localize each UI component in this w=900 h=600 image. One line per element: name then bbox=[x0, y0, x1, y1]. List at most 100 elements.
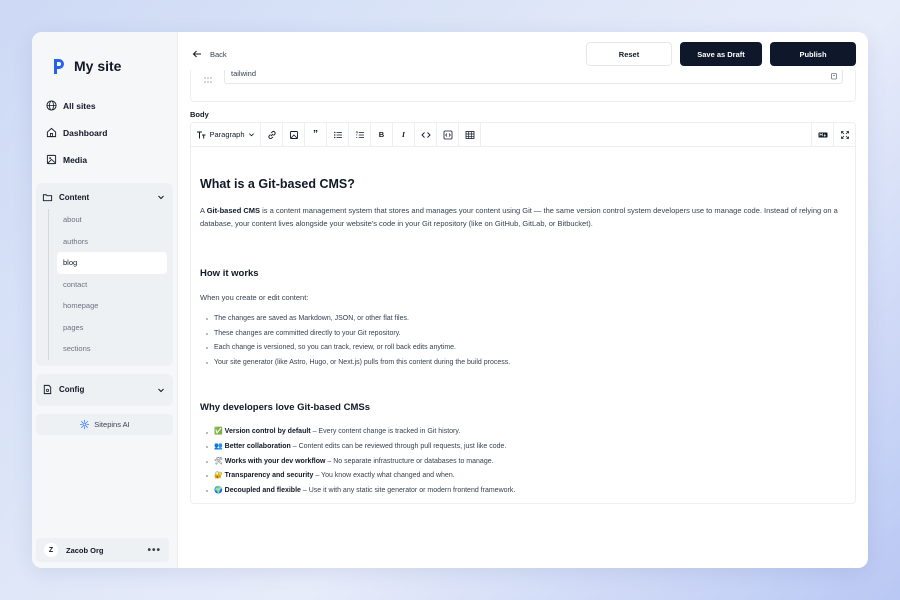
nav-dashboard[interactable]: Dashboard bbox=[36, 119, 173, 146]
item-bold: Decoupled and flexible bbox=[224, 486, 301, 494]
collection-item[interactable]: homepage bbox=[57, 295, 167, 317]
collection-item[interactable]: contact bbox=[57, 274, 167, 296]
content-collections: about authors blog contact homepage page… bbox=[48, 209, 173, 360]
code-icon bbox=[420, 131, 431, 138]
ordered-list-icon bbox=[355, 130, 364, 138]
why-list: ✅ Version control by default – Every con… bbox=[200, 425, 846, 498]
org-name: Zacob Org bbox=[66, 545, 104, 555]
image-icon bbox=[46, 154, 57, 165]
item-bold: Better collaboration bbox=[224, 442, 291, 450]
link-button[interactable] bbox=[261, 123, 283, 146]
list-item-text: These changes are committed directly to … bbox=[214, 329, 401, 337]
emoji-icon: ✅ bbox=[214, 428, 223, 436]
tag-input[interactable]: tailwind bbox=[224, 70, 843, 84]
list-item: ✅ Version control by default – Every con… bbox=[206, 425, 846, 440]
markdown-icon bbox=[818, 132, 827, 137]
bullet-list-icon bbox=[333, 131, 342, 138]
content-group-label: Content bbox=[59, 192, 90, 202]
collection-item-active[interactable]: blog bbox=[57, 252, 167, 274]
intro-rest: is a content management system that stor… bbox=[200, 206, 838, 228]
how-list: The changes are saved as Markdown, JSON,… bbox=[200, 312, 846, 370]
config-file-icon bbox=[43, 384, 52, 395]
delete-icon[interactable] bbox=[830, 72, 838, 80]
list-item: Each change is versioned, so you can tra… bbox=[206, 341, 846, 356]
chevron-down-icon bbox=[248, 133, 254, 137]
italic-icon: I bbox=[402, 130, 405, 139]
config-label: Config bbox=[59, 385, 85, 394]
back-button[interactable]: Back bbox=[190, 49, 227, 59]
bold-button[interactable]: B bbox=[371, 123, 393, 146]
logo-icon bbox=[54, 59, 64, 74]
markdown-toggle-button[interactable] bbox=[811, 123, 833, 146]
ai-label: Sitepins AI bbox=[94, 419, 130, 429]
folder-icon bbox=[42, 193, 53, 201]
globe-icon bbox=[46, 100, 57, 111]
item-rest: – No separate infrastructure or database… bbox=[325, 457, 494, 465]
drag-handle-icon[interactable] bbox=[203, 76, 213, 84]
image-icon bbox=[289, 130, 298, 139]
sparkle-icon bbox=[80, 419, 90, 429]
collection-item[interactable]: authors bbox=[57, 231, 167, 253]
blockquote-button[interactable]: ” bbox=[305, 123, 327, 146]
tags-field: tailwind bbox=[190, 70, 856, 102]
table-button[interactable] bbox=[459, 123, 481, 146]
config-group: Config bbox=[36, 373, 173, 406]
config-group-toggle[interactable]: Config bbox=[36, 380, 173, 400]
how-intro: When you create or edit content: bbox=[200, 293, 309, 302]
expand-icon bbox=[840, 130, 849, 139]
collection-item[interactable]: sections bbox=[57, 338, 167, 360]
org-switcher[interactable]: Z Zacob Org ••• bbox=[36, 538, 169, 562]
rich-text-editor[interactable]: Paragraph ” B I What is a Git-based CMS?… bbox=[190, 122, 856, 504]
fullscreen-button[interactable] bbox=[833, 123, 855, 146]
brand[interactable]: My site bbox=[36, 32, 173, 80]
bold-icon: B bbox=[378, 130, 385, 139]
item-rest: – Content edits can be reviewed through … bbox=[290, 442, 507, 450]
list-item: 👥 Better collaboration – Content edits c… bbox=[206, 440, 846, 455]
paragraph-label: Paragraph bbox=[209, 130, 245, 139]
more-icon[interactable]: ••• bbox=[147, 545, 161, 556]
emoji-icon: 🔐 bbox=[214, 472, 223, 480]
item-bold: Works with your dev workflow bbox=[224, 457, 326, 465]
table-icon bbox=[465, 130, 474, 139]
save-draft-button[interactable]: Save as Draft bbox=[680, 42, 762, 66]
sitepins-ai-button[interactable]: Sitepins AI bbox=[36, 413, 173, 435]
image-button[interactable] bbox=[283, 123, 305, 146]
inline-code-button[interactable] bbox=[415, 123, 437, 146]
home-icon bbox=[46, 127, 57, 138]
collection-item[interactable]: about bbox=[57, 209, 167, 231]
list-item: 🛠 Works with your dev workflow – No sepa… bbox=[206, 455, 846, 470]
toolbar-right bbox=[811, 123, 855, 146]
list-item: Your site generator (like Astro, Hugo, o… bbox=[206, 356, 846, 371]
intro-pre: A bbox=[200, 206, 207, 215]
intro-paragraph: A Git-based CMS is a content management … bbox=[200, 204, 846, 230]
code-block-button[interactable] bbox=[437, 123, 459, 146]
content-group-toggle[interactable]: Content bbox=[36, 187, 173, 207]
list-item: These changes are committed directly to … bbox=[206, 327, 846, 342]
bullet-list-button[interactable] bbox=[327, 123, 349, 146]
app-window: My site All sites Dashboard Media Conten… bbox=[32, 32, 868, 568]
heading-how-it-works: How it works bbox=[200, 268, 259, 279]
list-item-text: Each change is versioned, so you can tra… bbox=[214, 344, 457, 352]
item-bold: Transparency and security bbox=[224, 472, 314, 480]
arrow-left-icon bbox=[192, 50, 201, 58]
tag-value: tailwind bbox=[231, 69, 257, 78]
heading-why-developers: Why developers love Git-based CMSs bbox=[200, 402, 370, 414]
list-item-text: Your site generator (like Astro, Hugo, o… bbox=[214, 358, 511, 366]
avatar: Z bbox=[44, 543, 58, 557]
editor-content[interactable]: What is a Git-based CMS? A Git-based CMS… bbox=[191, 147, 855, 498]
item-rest: – Every content change is tracked in Git… bbox=[310, 428, 461, 436]
nav-all-sites[interactable]: All sites bbox=[36, 92, 173, 119]
topbar: Back Reset Save as Draft Publish bbox=[190, 32, 856, 70]
publish-button[interactable]: Publish bbox=[770, 42, 856, 66]
content-group: Content about authors blog contact homep… bbox=[36, 183, 173, 366]
collection-item[interactable]: pages bbox=[57, 317, 167, 339]
site-title: My site bbox=[74, 58, 122, 74]
nav-media[interactable]: Media bbox=[36, 146, 173, 173]
ordered-list-button[interactable] bbox=[349, 123, 371, 146]
italic-button[interactable]: I bbox=[393, 123, 415, 146]
paragraph-select[interactable]: Paragraph bbox=[191, 123, 261, 146]
link-icon bbox=[267, 130, 276, 139]
emoji-icon: 🌍 bbox=[214, 486, 223, 494]
reset-button[interactable]: Reset bbox=[586, 42, 672, 66]
nav-label: Media bbox=[63, 154, 88, 165]
